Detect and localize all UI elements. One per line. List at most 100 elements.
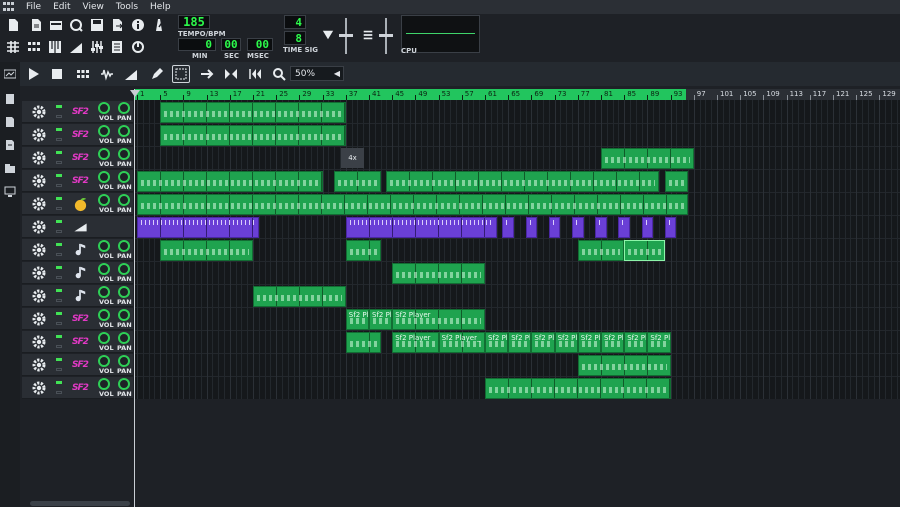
- pattern-clip[interactable]: Sf2 Pl: [601, 332, 625, 353]
- volume-knob[interactable]: [98, 194, 110, 206]
- track-header[interactable]: SF2 VOL PAN: [22, 124, 133, 146]
- timesig-denominator[interactable]: 8: [284, 31, 306, 45]
- pattern-clip[interactable]: Sf2 Pl: [508, 332, 532, 353]
- mute-toggle[interactable]: [56, 243, 62, 246]
- draw-mode-icon[interactable]: [148, 65, 166, 83]
- auto-scroll-icon[interactable]: [198, 65, 216, 83]
- gear-icon[interactable]: [31, 334, 47, 350]
- volume-knob[interactable]: [98, 286, 110, 298]
- track-header[interactable]: SF2 VOL PAN: [22, 377, 133, 399]
- track-lane[interactable]: [135, 285, 900, 308]
- note-icon[interactable]: [71, 288, 89, 304]
- volume-knob[interactable]: [98, 148, 110, 160]
- stop-icon[interactable]: [48, 65, 66, 83]
- horizontal-scrollbar[interactable]: [30, 501, 130, 506]
- solo-toggle[interactable]: [56, 391, 62, 394]
- mixer-icon[interactable]: [88, 38, 106, 56]
- volume-knob[interactable]: [98, 309, 110, 321]
- pan-knob[interactable]: [118, 263, 130, 275]
- menu-edit[interactable]: Edit: [47, 2, 76, 12]
- pattern-clip[interactable]: Sf2 Pl: [577, 332, 601, 353]
- track-header[interactable]: SF2 VOL PAN: [22, 354, 133, 376]
- sf2-icon[interactable]: SF2: [71, 357, 89, 373]
- sf2-icon[interactable]: SF2: [71, 334, 89, 350]
- beat-pattern-clip[interactable]: [502, 217, 514, 238]
- gear-icon[interactable]: [31, 104, 47, 120]
- mute-toggle[interactable]: [56, 358, 62, 361]
- my-projects-icon[interactable]: [4, 93, 16, 105]
- beat-pattern-clip[interactable]: [664, 217, 677, 238]
- recent-projects-icon[interactable]: [67, 16, 85, 34]
- track-lane[interactable]: [135, 147, 900, 170]
- volume-knob[interactable]: [98, 171, 110, 183]
- zoom-select[interactable]: 50% ◀: [290, 66, 344, 81]
- pattern-clip[interactable]: Sf2 Pl: [554, 332, 578, 353]
- track-header[interactable]: VOL PAN: [22, 262, 133, 284]
- solo-toggle[interactable]: [56, 184, 62, 187]
- pattern-clip[interactable]: [577, 240, 625, 261]
- pan-knob[interactable]: [118, 125, 130, 137]
- info-icon[interactable]: [129, 16, 147, 34]
- track-lane[interactable]: [135, 354, 900, 377]
- pattern-clip[interactable]: [386, 171, 659, 192]
- song-editor-icon[interactable]: [4, 38, 22, 56]
- gear-icon[interactable]: [31, 150, 47, 166]
- pattern-clip[interactable]: [601, 148, 694, 169]
- playhead-marker[interactable]: [130, 90, 140, 97]
- pan-knob[interactable]: [118, 148, 130, 160]
- loop-points-icon[interactable]: [222, 65, 240, 83]
- my-samples-icon[interactable]: [4, 116, 16, 128]
- menu-tools[interactable]: Tools: [110, 2, 144, 12]
- pattern-clip[interactable]: [253, 286, 346, 307]
- solo-toggle[interactable]: [56, 138, 62, 141]
- beat-pattern-clip[interactable]: [618, 217, 630, 238]
- pattern-clip[interactable]: Sf2 Pl: [531, 332, 555, 353]
- sf2-icon[interactable]: SF2: [71, 104, 89, 120]
- pattern-clip[interactable]: [137, 194, 688, 215]
- mute-toggle[interactable]: [56, 128, 62, 131]
- pan-knob[interactable]: [118, 378, 130, 390]
- mute-toggle[interactable]: [56, 105, 62, 108]
- add-sample-track-icon[interactable]: [98, 65, 116, 83]
- fruit-icon[interactable]: [71, 196, 89, 212]
- beat-pattern-clip[interactable]: [525, 217, 538, 238]
- track-lane[interactable]: [135, 262, 900, 285]
- solo-toggle[interactable]: [56, 253, 62, 256]
- my-presets-icon[interactable]: [4, 139, 16, 151]
- metronome-icon[interactable]: [150, 16, 168, 34]
- mute-toggle[interactable]: [56, 151, 62, 154]
- mute-toggle[interactable]: [56, 289, 62, 292]
- piano-roll-icon[interactable]: [46, 38, 64, 56]
- solo-toggle[interactable]: [56, 322, 62, 325]
- pattern-clip[interactable]: Sf2 Player: [392, 309, 485, 330]
- computer-icon[interactable]: [4, 186, 16, 198]
- pan-knob[interactable]: [118, 309, 130, 321]
- solo-toggle[interactable]: [56, 230, 62, 233]
- note-icon[interactable]: [71, 242, 89, 258]
- sf2-icon[interactable]: SF2: [71, 127, 89, 143]
- pan-knob[interactable]: [118, 332, 130, 344]
- project-notes-icon[interactable]: [108, 38, 126, 56]
- mute-toggle[interactable]: [56, 266, 62, 269]
- menu-view[interactable]: View: [77, 2, 110, 12]
- mute-toggle[interactable]: [56, 312, 62, 315]
- mute-toggle[interactable]: [56, 197, 62, 200]
- beat-pattern-clip[interactable]: [137, 217, 259, 238]
- automation-editor-icon[interactable]: [67, 38, 85, 56]
- pattern-clip[interactable]: Sf2 Pl: [647, 332, 671, 353]
- app-menu-icon[interactable]: [3, 2, 15, 12]
- gear-icon[interactable]: [31, 357, 47, 373]
- track-header[interactable]: VOL PAN: [22, 193, 133, 215]
- play-icon[interactable]: [24, 65, 42, 83]
- pattern-clip[interactable]: [160, 102, 346, 123]
- pattern-clip[interactable]: [160, 240, 253, 261]
- menu-help[interactable]: Help: [144, 2, 177, 12]
- edit-mode-icon[interactable]: [172, 65, 190, 83]
- mute-toggle[interactable]: [56, 220, 62, 223]
- controller-rack-icon[interactable]: [129, 38, 147, 56]
- stop-behaviour-icon[interactable]: [246, 65, 264, 83]
- volume-knob[interactable]: [98, 355, 110, 367]
- pattern-clip[interactable]: [137, 171, 323, 192]
- pattern-clip[interactable]: [624, 240, 665, 261]
- solo-toggle[interactable]: [56, 276, 62, 279]
